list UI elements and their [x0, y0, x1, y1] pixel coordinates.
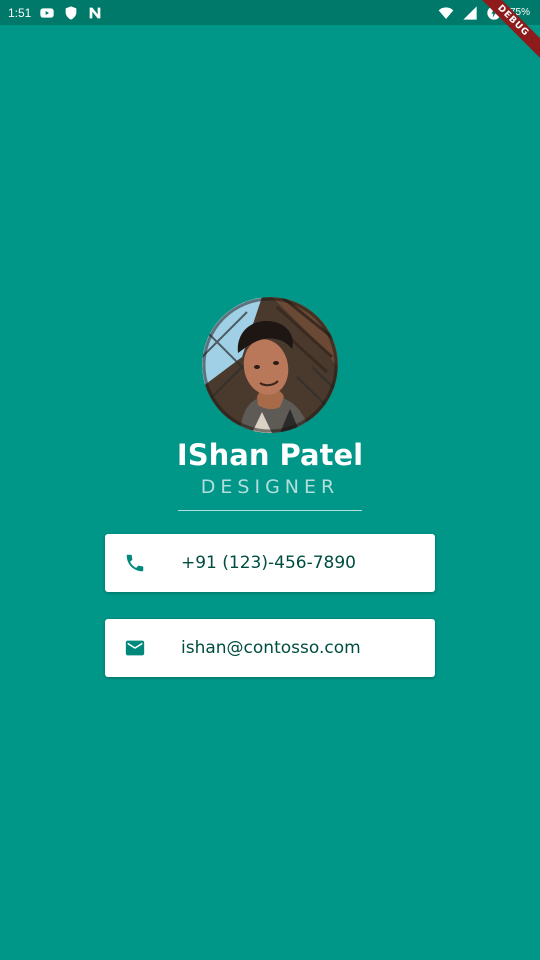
- battery-charging-icon: [486, 5, 502, 21]
- cell-signal-icon: [462, 5, 478, 21]
- status-bar: 1:51 75%: [0, 0, 540, 25]
- mail-icon: [123, 636, 147, 660]
- profile-title: DESIGNER: [200, 476, 340, 498]
- profile-section: IShan Patel DESIGNER: [0, 297, 540, 511]
- shield-icon: [63, 5, 79, 21]
- status-bar-left: 1:51: [8, 5, 103, 21]
- status-time: 1:51: [8, 5, 32, 20]
- divider: [178, 510, 362, 511]
- phone-icon: [123, 551, 147, 575]
- email-address: ishan@contosso.com: [181, 638, 361, 658]
- n-notification-icon: [87, 5, 103, 21]
- profile-name: IShan Patel: [176, 438, 364, 472]
- youtube-icon: [39, 5, 55, 21]
- avatar: [202, 297, 338, 433]
- phone-number: +91 (123)-456-7890: [181, 553, 356, 573]
- email-card[interactable]: ishan@contosso.com: [105, 619, 435, 677]
- phone-card[interactable]: +91 (123)-456-7890: [105, 534, 435, 592]
- status-bar-right: 75%: [438, 5, 532, 21]
- battery-percent: 75%: [509, 7, 530, 18]
- wifi-icon: [438, 5, 454, 21]
